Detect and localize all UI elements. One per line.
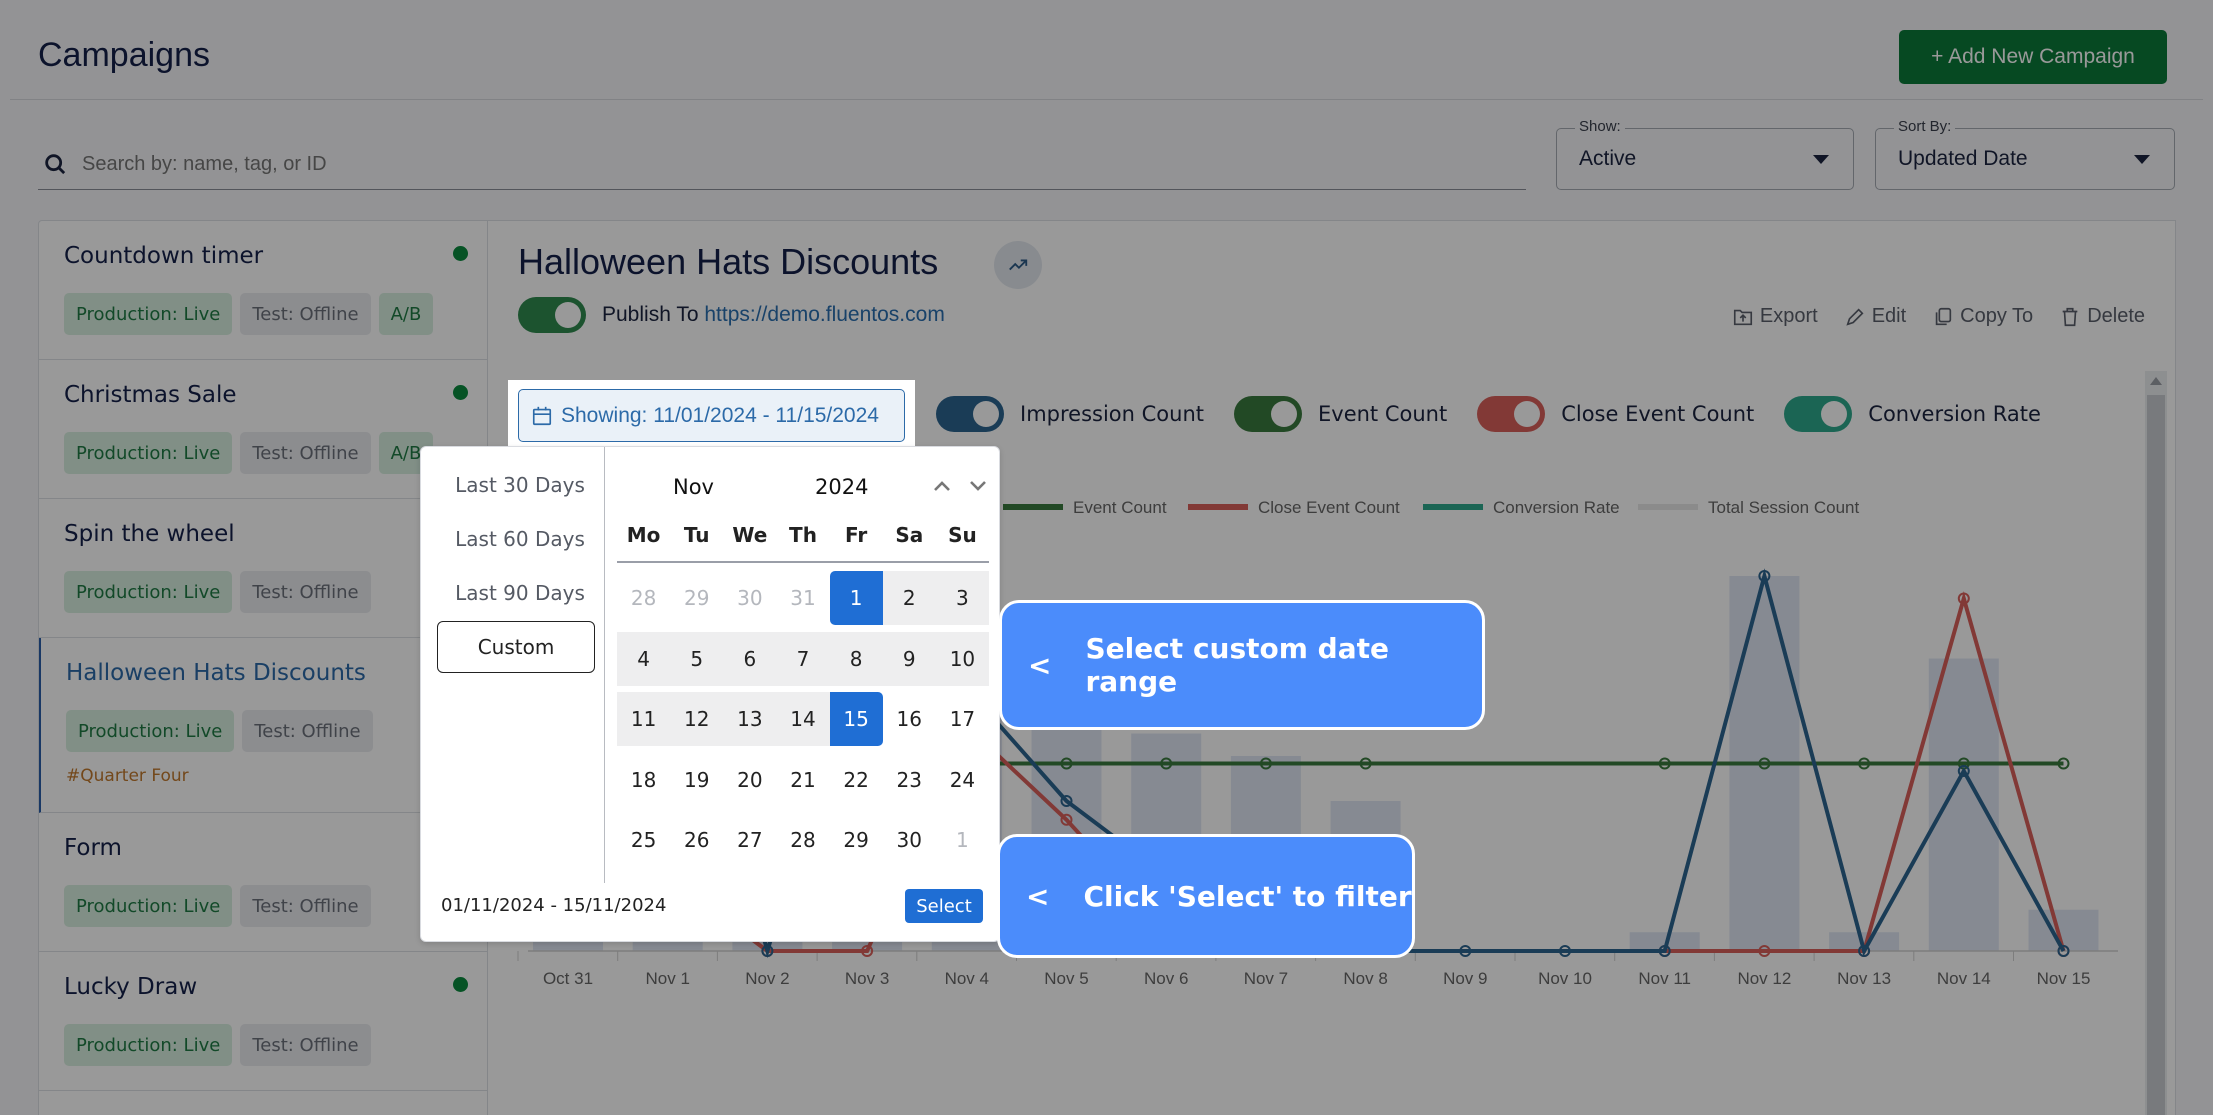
calendar-day[interactable]: 14	[776, 692, 830, 746]
calendar-day[interactable]: 19	[670, 753, 723, 807]
calendar-week: 4 5 6 7 8 9 10	[617, 632, 989, 686]
chevron-up-icon	[934, 481, 950, 491]
date-presets: Last 30 Days Last 60 Days Last 90 Days C…	[421, 447, 605, 883]
hint-text: Select custom date range	[1085, 632, 1389, 698]
calendar-day[interactable]: 12	[670, 692, 724, 746]
preset-last-90-days[interactable]: Last 90 Days	[441, 567, 599, 619]
prev-month-button[interactable]	[927, 471, 957, 501]
selected-range-text: 01/11/2024 - 15/11/2024	[441, 895, 667, 916]
next-month-button[interactable]	[963, 471, 993, 501]
calendar-day[interactable]: 11	[617, 692, 671, 746]
calendar-day[interactable]: 16	[883, 692, 936, 746]
calendar-day[interactable]: 5	[670, 632, 724, 686]
calendar-day[interactable]: 18	[617, 753, 670, 807]
tutorial-hint-select-range: < Select custom date range	[999, 600, 1485, 730]
calendar-day[interactable]: 10	[935, 632, 989, 686]
calendar-header: Nov 2024	[605, 447, 1001, 517]
calendar-day[interactable]: 2	[882, 571, 936, 625]
calendar-week: 11 12 13 14 15 16 17	[617, 692, 989, 746]
calendar-day[interactable]: 8	[829, 632, 883, 686]
calendar-day[interactable]: 23	[883, 753, 936, 807]
calendar-day[interactable]: 28	[617, 571, 670, 625]
hint-text: Click 'Select' to filter	[1083, 879, 1412, 913]
calendar-day[interactable]: 6	[723, 632, 777, 686]
weekday-label: Mo	[626, 523, 661, 547]
calendar-day[interactable]: 4	[617, 632, 671, 686]
calendar-day[interactable]: 13	[723, 692, 777, 746]
weekday-label: Fr	[845, 523, 868, 547]
calendar-month[interactable]: Nov	[673, 475, 714, 499]
calendar-day[interactable]: 31	[776, 571, 829, 625]
calendar-week: 18 19 20 21 22 23 24	[617, 753, 989, 807]
calendar-day[interactable]: 27	[723, 813, 776, 867]
campaigns-page: Campaigns + Add New Campaign Show: Activ…	[0, 0, 2213, 1115]
calendar-day[interactable]: 25	[617, 813, 670, 867]
hint-arrow-icon: <	[1026, 879, 1050, 913]
calendar-year[interactable]: 2024	[815, 475, 868, 499]
weekday-label: Su	[948, 523, 977, 547]
preset-last-60-days[interactable]: Last 60 Days	[441, 513, 599, 565]
calendar-week: 28 29 30 31 1 2 3	[617, 571, 989, 625]
weekday-label: Th	[789, 523, 817, 547]
weekday-label: Sa	[895, 523, 924, 547]
calendar-day[interactable]: 22	[830, 753, 883, 807]
calendar-day[interactable]: 26	[670, 813, 723, 867]
chevron-down-icon	[970, 481, 986, 491]
calendar-day[interactable]: 24	[936, 753, 989, 807]
calendar-day[interactable]: 29	[830, 813, 883, 867]
date-picker-footer: 01/11/2024 - 15/11/2024 Select	[421, 881, 999, 941]
date-range-highlight: Showing: 11/01/2024 - 11/15/2024	[508, 380, 915, 448]
calendar-day[interactable]: 20	[723, 753, 776, 807]
calendar-day[interactable]: 1	[936, 813, 989, 867]
date-picker-popup: Last 30 Days Last 60 Days Last 90 Days C…	[420, 446, 1000, 942]
preset-custom[interactable]: Custom	[437, 621, 595, 673]
calendar-day-selected[interactable]: 15	[829, 692, 883, 746]
calendar-day[interactable]: 29	[670, 571, 723, 625]
calendar-day[interactable]: 7	[776, 632, 830, 686]
calendar-day[interactable]: 9	[882, 632, 936, 686]
weekday-label: Tu	[683, 523, 710, 547]
hint-arrow-icon: <	[1028, 648, 1052, 682]
calendar-day[interactable]: 3	[935, 571, 989, 625]
date-range-button[interactable]: Showing: 11/01/2024 - 11/15/2024	[518, 389, 905, 442]
calendar-day[interactable]: 30	[883, 813, 936, 867]
preset-last-30-days[interactable]: Last 30 Days	[441, 459, 599, 511]
weekday-header: Mo Tu We Th Fr Sa Su	[617, 523, 989, 563]
calendar-day[interactable]: 30	[723, 571, 776, 625]
calendar-week: 25 26 27 28 29 30 1	[617, 813, 989, 867]
calendar-day[interactable]: 28	[776, 813, 829, 867]
calendar-day[interactable]: 21	[776, 753, 829, 807]
weekday-label: We	[732, 523, 768, 547]
calendar-icon	[532, 406, 552, 425]
tutorial-hint-click-select: < Click 'Select' to filter	[997, 834, 1415, 958]
calendar-day-selected[interactable]: 1	[829, 571, 883, 625]
select-date-button[interactable]: Select	[905, 889, 983, 923]
calendar-day[interactable]: 17	[936, 692, 989, 746]
